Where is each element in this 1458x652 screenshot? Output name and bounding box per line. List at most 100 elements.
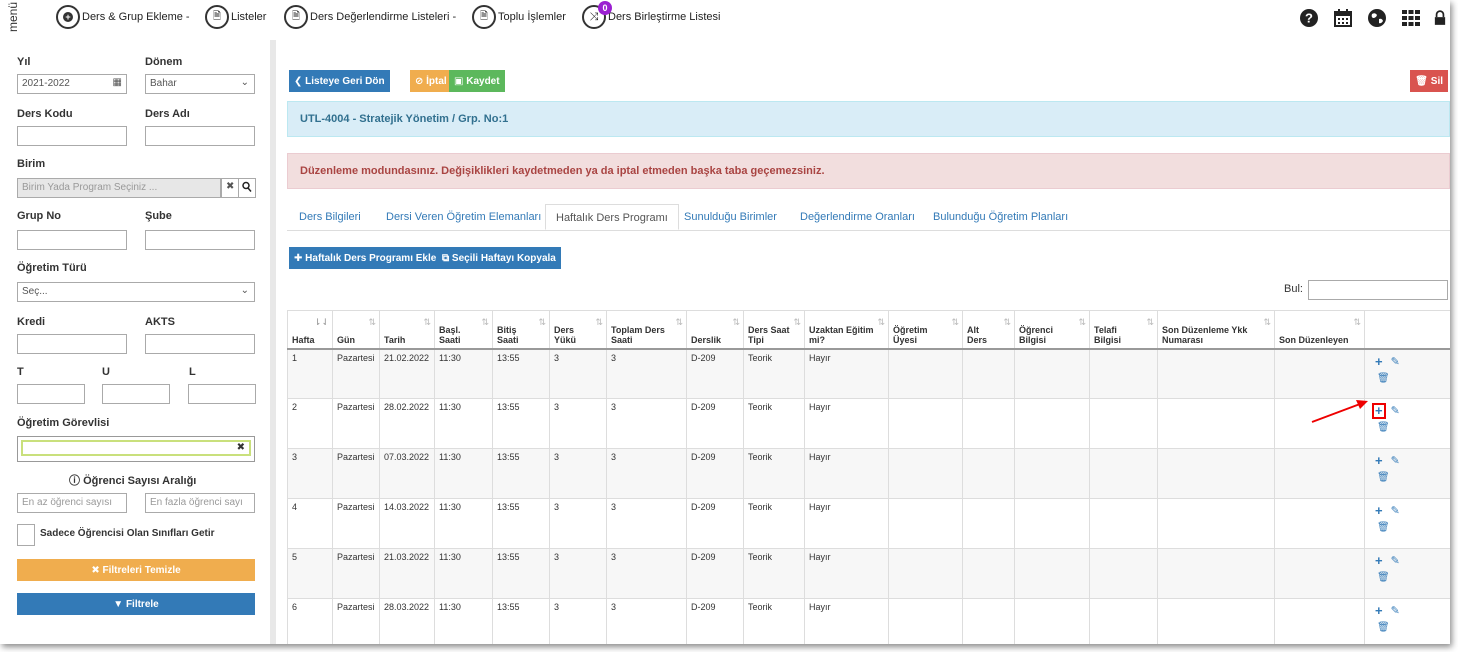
add-row-plus-icon[interactable]: + bbox=[1375, 454, 1383, 467]
table-row[interactable]: 6 Pazartesi 28.03.2022 11:30 13:55 3 3 D-209 Teo… bbox=[287, 598, 1450, 644]
tab-dersi-veren[interactable]: Dersi Veren Öğretim Elemanları bbox=[376, 204, 551, 230]
birim-input[interactable]: Birim Yada Program Seçiniz ... bbox=[17, 178, 221, 198]
save-button[interactable]: ▣ Kaydet bbox=[449, 70, 505, 92]
menu-toggle[interactable]: menü bbox=[4, 2, 24, 36]
tab-degerlendirme-oranlari[interactable]: Değerlendirme Oranları bbox=[790, 204, 925, 230]
nav-ders-grup-ekleme[interactable]: + Ders & Grup Ekleme - bbox=[56, 5, 190, 29]
sadece-label: Sadece Öğrencisi Olan Sınıfları Getir bbox=[40, 528, 215, 539]
nav-ders-birlestirme[interactable]: ⤨ 0 Ders Birleştirme Listesi bbox=[582, 1, 720, 29]
yil-label: Yıl bbox=[17, 56, 31, 68]
filter-panel: Yıl Dönem 2021-2022 ▦ Bahar ⌄ Ders Kodu … bbox=[6, 44, 268, 644]
edit-pencil-icon[interactable]: ✎ bbox=[1391, 406, 1400, 417]
table-row[interactable]: 2 Pazartesi 28.02.2022 11:30 13:55 3 3 D-209 Teo… bbox=[287, 398, 1450, 449]
lock-icon[interactable] bbox=[1434, 8, 1446, 28]
table-cell bbox=[962, 548, 1015, 599]
table-row[interactable]: 3 Pazartesi 07.03.2022 11:30 13:55 3 3 D-209 Teo… bbox=[287, 448, 1450, 499]
col-uzaktan[interactable]: Uzaktan Eğitim mi? ⇅ bbox=[804, 310, 889, 350]
clear-x-button[interactable]: ✖ bbox=[221, 178, 239, 198]
ders-adi-input[interactable] bbox=[145, 126, 255, 146]
col-son-duzenleme[interactable]: Son Düzenleme Ykk Numarası ⇅ bbox=[1157, 310, 1275, 350]
col-bitis[interactable]: Bitiş Saati ⇅ bbox=[492, 310, 550, 350]
cancel-button[interactable]: ⊘ İptal bbox=[410, 70, 452, 92]
table-row[interactable]: 4 Pazartesi 14.03.2022 11:30 13:55 3 3 D-209 Teo… bbox=[287, 498, 1450, 549]
max-student-input[interactable]: En fazla öğrenci sayı bbox=[145, 493, 255, 513]
akts-input[interactable] bbox=[145, 334, 255, 354]
col-ders-yuku[interactable]: Ders Yükü ⇅ bbox=[549, 310, 607, 350]
copy-selected-week-button[interactable]: ⧉ Seçili Haftayı Kopyala bbox=[437, 247, 561, 269]
delete-trash-icon[interactable]: 🗑 bbox=[1369, 367, 1450, 384]
edit-pencil-icon[interactable]: ✎ bbox=[1391, 456, 1400, 467]
col-actions[interactable]: ⇅ bbox=[1364, 310, 1450, 350]
tab-sunuldugu-birimler[interactable]: Sunulduğu Birimler bbox=[674, 204, 787, 230]
table-cell: 11:30 bbox=[434, 548, 493, 599]
add-row-plus-icon[interactable]: + bbox=[1375, 554, 1383, 567]
ogretim-gorevlisi-inner[interactable]: ✖ bbox=[21, 440, 251, 456]
edit-pencil-icon[interactable]: ✎ bbox=[1391, 606, 1400, 617]
col-ders-saat-tipi[interactable]: Ders Saat Tipi ⇅ bbox=[743, 310, 805, 350]
add-row-plus-icon[interactable]: + bbox=[1375, 604, 1383, 617]
delete-trash-icon[interactable]: 🗑 bbox=[1369, 616, 1450, 633]
tab-haftalik-ders-programi[interactable]: Haftalık Ders Programı bbox=[545, 204, 679, 230]
sube-input[interactable] bbox=[145, 230, 255, 250]
l-input[interactable] bbox=[188, 384, 256, 404]
annotation-arrow-icon bbox=[1311, 400, 1368, 423]
col-telafi[interactable]: Telafi Bilgisi ⇅ bbox=[1089, 310, 1158, 350]
header-icons: ? bbox=[1298, 8, 1446, 28]
ogretim-turu-select[interactable]: Seç... ⌄ bbox=[17, 282, 255, 302]
table-cell bbox=[1014, 498, 1090, 549]
row-actions: + ✎ 🗑 bbox=[1364, 398, 1450, 449]
nav-toplu-islemler[interactable]: 🗎 Toplu İşlemler bbox=[472, 5, 566, 29]
tab-ogretim-planlari[interactable]: Bulunduğu Öğretim Planları bbox=[923, 204, 1078, 230]
add-row-plus-icon[interactable]: + bbox=[1375, 504, 1383, 517]
add-row-plus-icon[interactable]: + bbox=[1372, 403, 1386, 419]
clear-selection-icon[interactable]: ✖ bbox=[237, 442, 245, 453]
delete-trash-icon[interactable]: 🗑 bbox=[1369, 416, 1450, 433]
sadece-checkbox[interactable] bbox=[17, 524, 35, 546]
col-derslik[interactable]: Derslik ⇅ bbox=[686, 310, 744, 350]
delete-button[interactable]: 🗑 Sil bbox=[1410, 70, 1448, 92]
delete-trash-icon[interactable]: 🗑 bbox=[1369, 566, 1450, 583]
edit-pencil-icon[interactable]: ✎ bbox=[1391, 506, 1400, 517]
clear-filters-button[interactable]: ✖ Filtreleri Temizle bbox=[17, 559, 255, 581]
delete-trash-icon[interactable]: 🗑 bbox=[1369, 516, 1450, 533]
t-input[interactable] bbox=[17, 384, 85, 404]
apps-grid-icon[interactable] bbox=[1400, 8, 1422, 28]
ders-kodu-input[interactable] bbox=[17, 126, 127, 146]
kredi-input[interactable] bbox=[17, 334, 127, 354]
col-ogrenci-bilgisi[interactable]: Öğrenci Bilgisi ⇅ bbox=[1014, 310, 1090, 350]
col-ogretim-uyesi[interactable]: Öğretim Üyesi ⇅ bbox=[888, 310, 963, 350]
col-baslangic[interactable]: Başl. Saati ⇅ bbox=[434, 310, 493, 350]
col-son-duzenleyen[interactable]: Son Düzenleyen ⇅ bbox=[1274, 310, 1365, 350]
table-row[interactable]: 1 Pazartesi 21.02.2022 11:30 13:55 3 3 D-209 Teo… bbox=[287, 348, 1450, 399]
nav-ders-degerlendirme[interactable]: 🗎 Ders Değerlendirme Listeleri - bbox=[284, 5, 456, 29]
calendar-icon[interactable] bbox=[1332, 8, 1354, 28]
table-cell: 21.02.2022 bbox=[379, 348, 435, 399]
tab-ders-bilgileri[interactable]: Ders Bilgileri bbox=[289, 204, 371, 230]
table-cell: 13:55 bbox=[492, 448, 550, 499]
ogretim-gorevlisi-select[interactable]: ✖ bbox=[17, 436, 255, 462]
col-hafta[interactable]: Hafta ⇂⇃ bbox=[287, 310, 333, 350]
help-icon[interactable]: ? bbox=[1298, 8, 1320, 28]
globe-icon[interactable] bbox=[1366, 8, 1388, 28]
delete-trash-icon[interactable]: 🗑 bbox=[1369, 466, 1450, 483]
filter-button[interactable]: ▼ Filtrele bbox=[17, 593, 255, 615]
col-alt-ders[interactable]: Alt Ders ⇅ bbox=[962, 310, 1015, 350]
min-student-input[interactable]: En az öğrenci sayısı bbox=[17, 493, 127, 513]
table-row[interactable]: 5 Pazartesi 21.03.2022 11:30 13:55 3 3 D-209 Teo… bbox=[287, 548, 1450, 599]
add-row-plus-icon[interactable]: + bbox=[1375, 355, 1383, 368]
back-to-list-button[interactable]: ❮ Listeye Geri Dön bbox=[289, 70, 390, 92]
edit-pencil-icon[interactable]: ✎ bbox=[1391, 556, 1400, 567]
u-input[interactable] bbox=[102, 384, 170, 404]
donem-select[interactable]: Bahar ⌄ bbox=[145, 74, 255, 94]
table-cell: 07.03.2022 bbox=[379, 448, 435, 499]
grup-no-input[interactable] bbox=[17, 230, 127, 250]
table-search-input[interactable] bbox=[1308, 280, 1448, 300]
nav-listeler[interactable]: 🗎 Listeler bbox=[205, 5, 266, 29]
edit-pencil-icon[interactable]: ✎ bbox=[1391, 356, 1400, 367]
yil-input[interactable]: 2021-2022 ▦ bbox=[17, 74, 127, 94]
col-gun[interactable]: Gün ⇅ bbox=[332, 310, 380, 350]
search-button[interactable] bbox=[238, 178, 256, 198]
add-weekly-program-button[interactable]: ✚ Haftalık Ders Programı Ekle bbox=[289, 247, 442, 269]
col-toplam-ders-saati[interactable]: Toplam Ders Saati ⇅ bbox=[606, 310, 687, 350]
col-tarih[interactable]: Tarih ⇅ bbox=[379, 310, 435, 350]
